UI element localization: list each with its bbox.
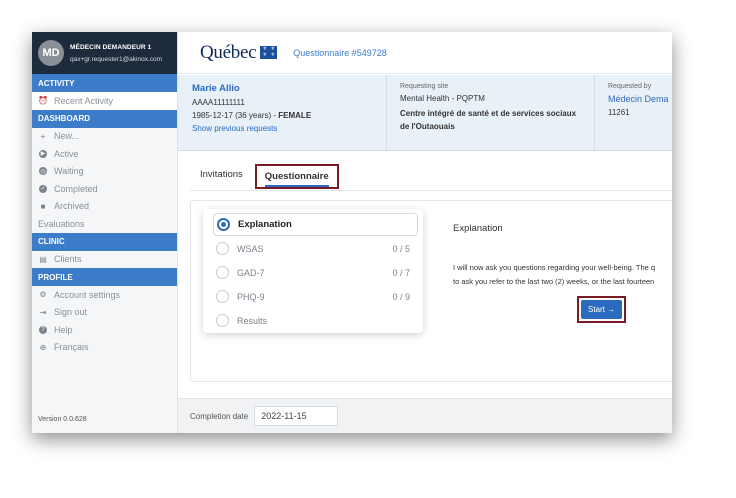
patient-info: Marie Allio AAAA11111111 1985-12-17 (36 … xyxy=(192,83,311,133)
sidebar: MD MÉDECIN DEMANDEUR 1 qax+gr.requester1… xyxy=(32,32,178,433)
plus-icon: + xyxy=(40,131,46,141)
requesting-org: Centre intégré de santé et de services s… xyxy=(400,109,577,131)
sidebar-item-label: Recent Activity xyxy=(54,95,114,106)
sidebar-item-archived[interactable]: ■ Archived xyxy=(32,198,177,216)
questionnaire-link[interactable]: Questionnaire #549728 xyxy=(293,48,387,58)
activity-header: ACTIVITY xyxy=(32,74,177,92)
profile-header: PROFILE xyxy=(32,268,177,286)
sidebar-item-label: Evaluations xyxy=(38,218,85,229)
quebec-logo[interactable]: Québec ⚜ ⚜ ⚜ ⚜ xyxy=(200,41,278,64)
step-results[interactable]: Results xyxy=(213,309,418,332)
sidebar-item-label: Active xyxy=(54,148,79,159)
sidebar-item-language[interactable]: ⊕ Français xyxy=(32,339,177,357)
radio-selected-icon xyxy=(217,218,230,231)
globe-icon: ⊕ xyxy=(39,342,47,352)
tab-questionnaire[interactable]: Questionnaire xyxy=(254,164,339,189)
tab-bar: Invitations Questionnaire xyxy=(200,164,361,189)
sidebar-item-evaluations[interactable]: Evaluations xyxy=(32,215,177,233)
patient-sex: FEMALE xyxy=(278,111,312,120)
start-button[interactable]: Start → xyxy=(581,300,623,319)
show-previous-requests-link[interactable]: Show previous requests xyxy=(192,124,311,133)
sidebar-item-active[interactable]: ▶ Active xyxy=(32,145,177,163)
sign-out-icon: ⇥ xyxy=(39,307,47,317)
help-icon: ? xyxy=(38,325,48,335)
requesting-site: Mental Health - PQPTM xyxy=(400,94,485,103)
requested-by-id: 11261 xyxy=(608,108,630,117)
sidebar-item-sign-out[interactable]: ⇥ Sign out xyxy=(32,304,177,322)
requesting-site-label: Requesting site xyxy=(400,83,449,90)
patient-dob: 1985-12-17 (36 years) - FEMALE xyxy=(192,111,312,120)
fleur-de-lis-icon: ⚜ ⚜ ⚜ ⚜ xyxy=(260,46,278,59)
radio-icon xyxy=(216,266,229,279)
clinic-header: CLINIC xyxy=(32,232,177,251)
radio-icon xyxy=(216,290,229,303)
user-panel[interactable]: MD MÉDECIN DEMANDEUR 1 qax+gr.requester1… xyxy=(32,32,177,74)
clock-icon: ◷ xyxy=(39,167,47,176)
alarm-clock-icon: ⏰ xyxy=(38,96,48,106)
sidebar-item-label: Help xyxy=(54,324,73,335)
patient-name[interactable]: Marie Allio xyxy=(192,83,311,94)
sidebar-item-completed[interactable]: ✓ Completed xyxy=(32,180,177,198)
top-bar: Québec ⚜ ⚜ ⚜ ⚜ Questionnaire #549728 xyxy=(178,32,672,74)
explanation-title: Explanation xyxy=(453,223,503,234)
sidebar-item-recent-activity[interactable]: ⏰ Recent Activity xyxy=(32,92,177,110)
sidebar-item-label: Sign out xyxy=(54,307,88,318)
radio-icon xyxy=(216,242,229,255)
sidebar-item-label: Completed xyxy=(54,183,98,194)
sidebar-item-label: Clients xyxy=(54,254,82,265)
sidebar-item-new[interactable]: + New... xyxy=(32,128,177,146)
divider xyxy=(594,75,595,151)
completion-date-input[interactable]: 2022-11-15 xyxy=(254,406,339,426)
play-circle-icon: ▶ xyxy=(39,149,47,158)
step-score: 0 / 5 xyxy=(392,243,410,254)
step-explanation[interactable]: Explanation xyxy=(213,213,418,236)
user-email: qax+gr.requester1@akinox.com xyxy=(70,55,163,63)
dashboard-header: DASHBOARD xyxy=(32,109,177,128)
explanation-text: I will now ask you questions regarding y… xyxy=(453,263,656,286)
step-gad-7[interactable]: GAD-7 0 / 7 xyxy=(213,261,418,284)
sidebar-item-label: Français xyxy=(54,342,89,353)
check-circle-icon: ✓ xyxy=(39,184,47,193)
patient-id: AAAA11111111 xyxy=(192,98,245,107)
app-window: MD MÉDECIN DEMANDEUR 1 qax+gr.requester1… xyxy=(32,32,672,433)
divider xyxy=(386,75,387,151)
avatar: MD xyxy=(38,40,64,66)
step-score: 0 / 7 xyxy=(392,267,410,278)
sidebar-item-account-settings[interactable]: ⚙ Account settings xyxy=(32,286,177,304)
tab-underline xyxy=(190,190,672,191)
sidebar-item-waiting[interactable]: ◷ Waiting xyxy=(32,163,177,181)
sidebar-item-label: Account settings xyxy=(54,289,121,300)
version-label: Version 0.0.628 xyxy=(38,416,87,423)
requesting-site-info: Requesting site Mental Health - PQPTM Ce… xyxy=(400,83,580,133)
sidebar-item-clients[interactable]: ▤ Clients xyxy=(32,251,177,269)
logo-text: Québec xyxy=(200,41,257,63)
main-content: Québec ⚜ ⚜ ⚜ ⚜ Questionnaire #549728 Marie … xyxy=(178,32,672,433)
folder-icon: ■ xyxy=(40,201,46,211)
start-button-highlight: Start → xyxy=(577,296,627,323)
requested-by-label: Requested by xyxy=(608,83,652,90)
questionnaire-steps: Explanation WSAS 0 / 5 GAD-7 0 / 7 PHQ-9… xyxy=(203,209,423,333)
step-score: 0 / 9 xyxy=(392,291,410,302)
user-name: MÉDECIN DEMANDEUR 1 xyxy=(70,43,152,51)
questionnaire-panel: Explanation WSAS 0 / 5 GAD-7 0 / 7 PHQ-9… xyxy=(190,200,672,382)
tab-invitations[interactable]: Invitations xyxy=(200,164,243,189)
id-card-icon: ▤ xyxy=(39,254,47,264)
completion-date-label: Completion date xyxy=(190,411,249,421)
step-wsas[interactable]: WSAS 0 / 5 xyxy=(213,237,418,260)
radio-icon xyxy=(216,314,229,327)
step-phq-9[interactable]: PHQ-9 0 / 9 xyxy=(213,285,418,308)
footer: Completion date 2022-11-15 xyxy=(178,398,672,433)
gear-icon: ⚙ xyxy=(39,290,47,300)
requested-by-info: Requested by Médecin Dema 11261 xyxy=(608,83,669,117)
sidebar-item-label: New... xyxy=(54,131,80,142)
requested-by[interactable]: Médecin Dema xyxy=(608,94,669,104)
sidebar-item-label: Waiting xyxy=(54,166,84,177)
sidebar-item-label: Archived xyxy=(54,201,90,212)
patient-banner: Marie Allio AAAA11111111 1985-12-17 (36 … xyxy=(178,75,672,151)
sidebar-item-help[interactable]: ? Help xyxy=(32,321,177,339)
